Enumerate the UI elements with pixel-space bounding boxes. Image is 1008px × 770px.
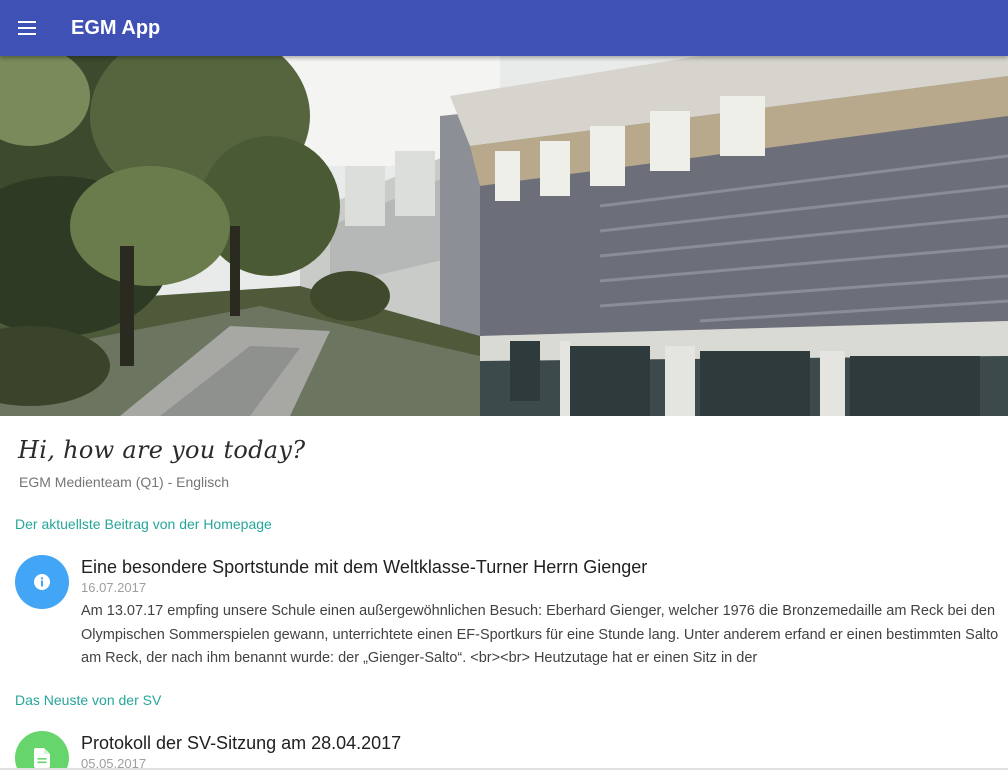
menu-button[interactable] xyxy=(8,8,48,48)
post-date: 16.07.2017 xyxy=(81,580,147,595)
post-title: Protokoll der SV-Sitzung am 28.04.2017 xyxy=(81,733,402,753)
document-icon xyxy=(15,731,69,770)
school-building-illustration xyxy=(0,56,1008,416)
greeting-subtitle: EGM Medienteam (Q1) - Englisch xyxy=(19,474,230,490)
section-header-sv: Das Neuste von der SV xyxy=(15,692,162,708)
app-bar: EGM App xyxy=(0,0,1008,56)
info-icon xyxy=(15,555,69,609)
app-title: EGM App xyxy=(71,17,161,39)
section-header-homepage: Der aktuellste Beitrag von der Homepage xyxy=(15,516,272,532)
hero-image xyxy=(0,56,1008,416)
post-body: Am 13.07.17 empfing unsere Schule einen … xyxy=(81,603,999,666)
post-title: Eine besondere Sportstunde mit dem Weltk… xyxy=(81,557,648,577)
hamburger-menu-icon xyxy=(18,21,36,23)
main-content: Hi, how are you today? EGM Medienteam (Q… xyxy=(0,416,1008,770)
greeting-text: Hi, how are you today? xyxy=(18,436,306,464)
